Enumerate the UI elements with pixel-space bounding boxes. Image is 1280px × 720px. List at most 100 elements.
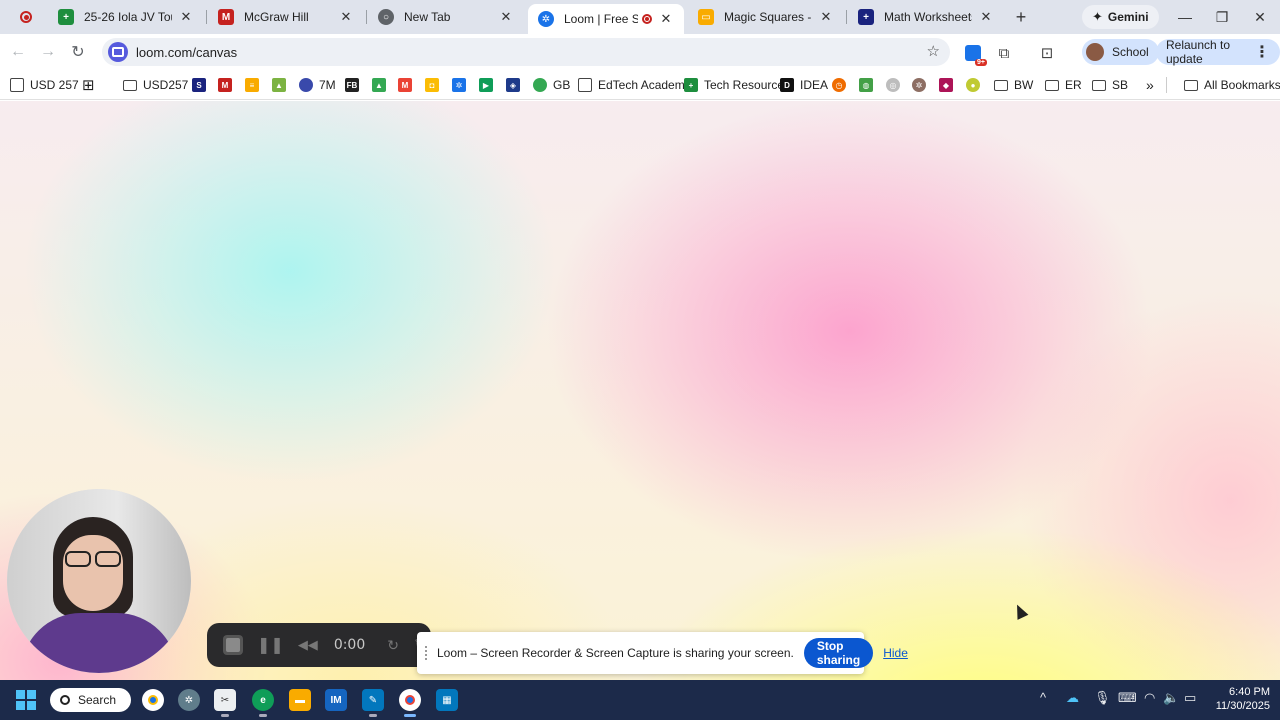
dl-icon: ≡ [245,78,259,92]
onedrive-icon[interactable]: ☁ [1066,690,1079,706]
bookmark-folder-er[interactable]: ER [1045,75,1082,95]
bookmark-keep[interactable]: ◘ [425,75,439,95]
tab-iola-jv[interactable]: + 25-26 Iola JV Tourname ✕ [48,4,204,30]
bookmark-folder-usd257[interactable]: USD257 [123,75,188,95]
webcam-bubble[interactable] [7,489,191,673]
rewind-icon[interactable]: ◀◀ [298,637,318,653]
bookmark-shield[interactable]: ◈ [506,75,520,95]
close-icon[interactable]: ✕ [498,9,514,25]
tab-loom[interactable]: ✲ Loom | Free Screen ✕ [528,4,684,34]
apps-grid-icon[interactable]: ⊞ [82,75,95,95]
bookmark-usd-257[interactable]: USD 257 [10,75,79,95]
settings-gear-icon[interactable]: ✲ [178,689,200,711]
minimize-icon[interactable]: — [1170,6,1200,28]
tab-title: Magic Squares - Goog [724,10,812,24]
tab-search-icon[interactable]: ⊡ [1036,42,1058,64]
edge-icon[interactable]: e [252,689,274,717]
bookmark-dl[interactable]: ≡ [245,75,259,95]
gb-icon [533,78,547,92]
file-explorer-icon[interactable]: ▬ [289,689,311,711]
extensions-puzzle-icon[interactable]: ⧉ [993,42,1015,64]
im-app-icon[interactable]: IM [325,689,347,711]
tab-math-worksheets[interactable]: + Math Worksheets: Ma ✕ [848,4,1004,30]
screen-share-notification: Loom – Screen Recorder & Screen Capture … [417,632,908,674]
microphone-icon[interactable]: 🎙 [1094,690,1111,706]
bookmark-drive[interactable]: ▲ [372,75,386,95]
stop-sharing-button[interactable]: Stop sharing [803,638,874,668]
bookmark-tech-resource[interactable]: + Tech Resource [684,75,784,95]
alarm-icon: ◷ [832,78,846,92]
windows-start-icon[interactable] [16,690,36,710]
bookmark-folder-bw[interactable]: BW [994,75,1033,95]
bookmark-alarm[interactable]: ◷ [832,75,846,95]
window-close-icon[interactable]: ✕ [1245,6,1275,28]
bookmark-circle[interactable]: ● [966,75,980,95]
tab-mcgraw-hill[interactable]: M McGraw Hill ✕ [208,4,364,30]
play-icon: ▶ [479,78,493,92]
tab-title: McGraw Hill [244,10,309,24]
drag-handle-icon[interactable] [425,646,427,660]
bookmark-fb[interactable]: FB [345,75,359,95]
bookmark-gb[interactable]: GB [533,75,570,95]
bookmark-idea[interactable]: D IDEA [780,75,828,95]
gemini-sparkle-icon: ✦ [1092,9,1103,24]
bookmark-play[interactable]: ▶ [479,75,493,95]
bookmark-label: USD257 [143,78,189,92]
bookmark-label: Tech Resource [704,78,785,92]
reload-icon[interactable]: ↻ [66,40,90,64]
bookmark-edtech-academy[interactable]: EdTech Academy [578,75,691,95]
pause-icon[interactable]: ❚❚ [257,635,284,655]
back-arrow-icon[interactable]: ← [6,40,30,64]
extension-icon[interactable]: 9+ [962,42,987,66]
bookmark-settings[interactable]: ✲ [452,75,466,95]
sheets-icon: + [684,78,698,92]
close-icon[interactable]: ✕ [818,9,834,25]
bookmark-diamond[interactable]: ◆ [939,75,953,95]
bookmarks-overflow-icon[interactable]: » [1146,75,1154,95]
close-icon[interactable]: ✕ [658,11,674,27]
bookmark-label: ER [1065,78,1082,92]
bookmark-image[interactable]: ▲ [272,75,286,95]
tray-overflow-icon[interactable]: ^ [1040,690,1046,705]
new-tab-icon[interactable]: + [1010,6,1032,28]
restore-icon[interactable]: ❐ [1207,6,1237,28]
bookmark-sis[interactable]: S [192,75,206,95]
close-icon[interactable]: ✕ [978,9,994,25]
snipping-tool-icon[interactable]: ✂ [214,689,236,717]
system-clock[interactable]: 6:40 PM 11/30/2025 [1206,685,1270,713]
profile-button[interactable]: School [1082,39,1159,65]
restart-icon[interactable]: ↻ [387,637,399,654]
people-icon: ◍ [859,78,873,92]
close-icon[interactable]: ✕ [338,9,354,25]
bookmark-label: 7M [319,78,336,92]
address-bar[interactable]: loom.com/canvas ☆ [102,38,950,66]
bookmark-folder-sb[interactable]: SB [1092,75,1128,95]
loom-site-icon[interactable] [108,42,128,62]
bookmark-people[interactable]: ◍ [859,75,873,95]
keyboard-icon[interactable]: ⌨ [1118,690,1137,706]
bookmark-star-icon[interactable]: ☆ [927,42,940,60]
forward-arrow-icon[interactable]: → [36,40,60,64]
hide-button[interactable]: Hide [883,646,908,660]
more-menu-icon[interactable]: ⋮ [1254,42,1270,62]
bookmark-gear[interactable]: ✲ [912,75,926,95]
battery-icon[interactable]: ▭ [1184,690,1196,706]
taskbar-search[interactable]: Search [50,688,131,712]
stop-recording-icon[interactable] [223,635,243,655]
close-icon[interactable]: ✕ [178,9,194,25]
bookmark-7m[interactable]: 7M [299,75,336,95]
bookmark-mcgraw[interactable]: M [218,75,232,95]
bookmark-globe[interactable]: ◎ [886,75,900,95]
notepad-icon[interactable]: ✎ [362,689,384,717]
recording-indicator-icon[interactable] [16,8,36,26]
wifi-icon[interactable]: ◠ [1144,690,1155,706]
tab-new-tab[interactable]: ○ New Tab ✕ [368,4,524,30]
gemini-button[interactable]: ✦ Gemini [1082,5,1159,29]
bookmark-gmail[interactable]: M [398,75,412,95]
chrome-icon[interactable] [142,689,164,711]
tab-magic-squares[interactable]: ▭ Magic Squares - Goog ✕ [688,4,844,30]
volume-icon[interactable]: 🔈 [1163,690,1179,706]
calculator-icon[interactable]: ▦ [436,689,458,711]
chrome-active-icon[interactable] [399,689,421,717]
all-bookmarks[interactable]: All Bookmarks [1184,75,1280,95]
